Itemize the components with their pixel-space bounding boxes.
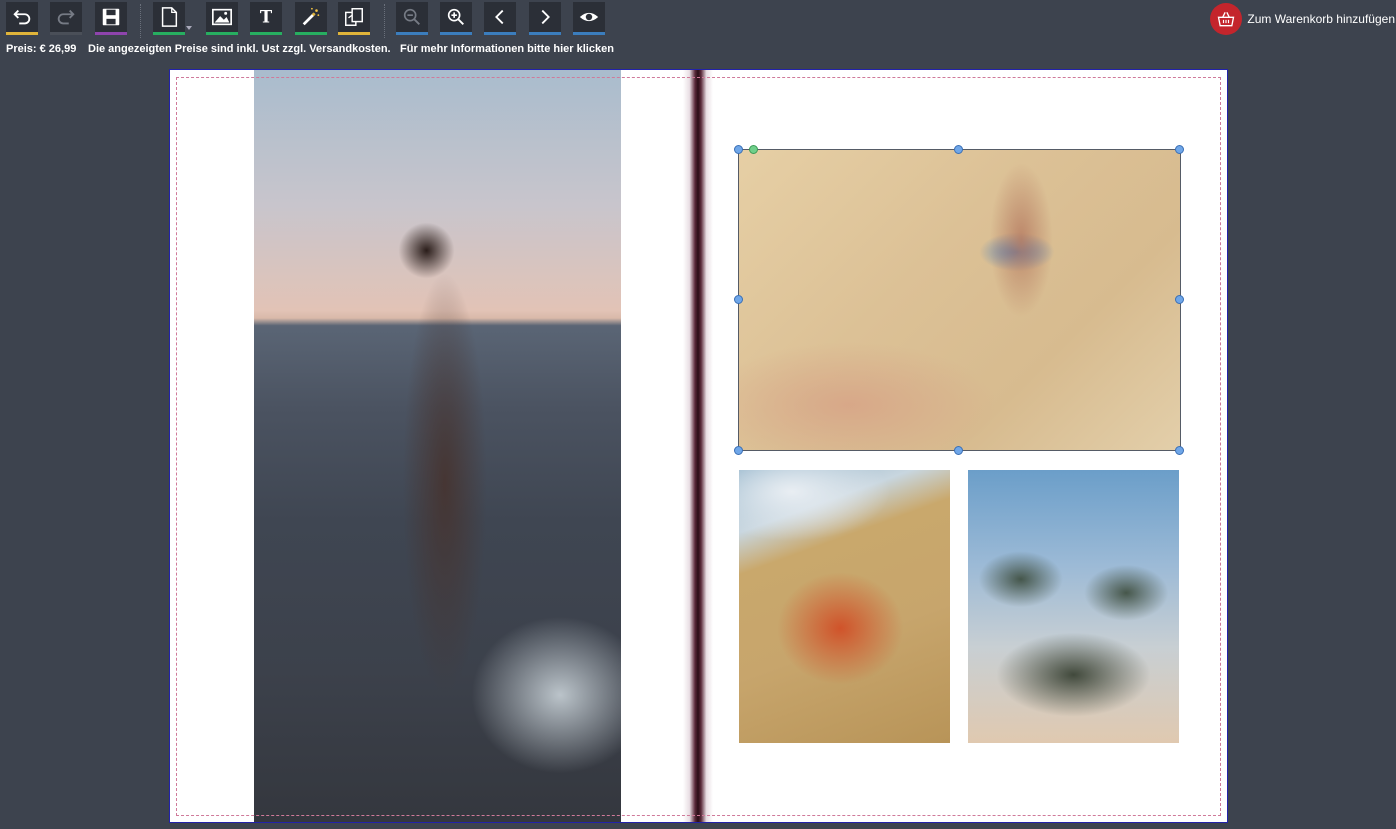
eye-icon <box>579 12 599 22</box>
save-button[interactable] <box>95 2 127 35</box>
caret-down-icon <box>186 26 192 30</box>
woman-in-sea-photo[interactable] <box>254 70 621 822</box>
resize-handle-bottom-right[interactable] <box>1175 446 1184 455</box>
next-page-button[interactable] <box>529 2 561 35</box>
redo-button[interactable] <box>50 2 82 35</box>
svg-text:T: T <box>260 8 273 27</box>
undo-icon <box>13 9 31 25</box>
beach-hands-photo[interactable] <box>739 150 1180 450</box>
preview-button[interactable] <box>573 2 605 35</box>
magic-button[interactable] <box>295 2 327 35</box>
image-icon <box>212 8 232 26</box>
add-to-cart-button[interactable]: Zum Warenkorb hinzufügen <box>1210 3 1395 35</box>
redo-icon <box>57 9 75 25</box>
resize-handle-top-right[interactable] <box>1175 145 1184 154</box>
book-spine <box>683 70 713 822</box>
zoom-in-icon <box>447 8 464 25</box>
more-info-link[interactable]: Für mehr Informationen bitte hier klicke… <box>400 43 614 55</box>
copy-pages-icon <box>345 8 363 26</box>
toolbar-separator <box>140 4 141 38</box>
page-button[interactable] <box>153 2 192 35</box>
shopping-basket-icon <box>1210 3 1243 35</box>
zoom-out-icon <box>403 8 420 25</box>
magic-wand-icon <box>302 7 320 26</box>
previous-page-button[interactable] <box>484 2 516 35</box>
page-icon <box>161 7 178 27</box>
zoom-in-button[interactable] <box>440 2 472 35</box>
toolbar: T Preis: € 26,99 Die angezeigten Preise … <box>0 0 1396 62</box>
image-button[interactable] <box>206 2 238 35</box>
chevron-left-icon <box>495 9 504 25</box>
resize-handle-right[interactable] <box>1175 295 1184 304</box>
rotate-handle[interactable] <box>749 145 758 154</box>
water-splash <box>464 610 621 780</box>
save-icon <box>102 8 120 26</box>
resize-handle-top-left[interactable] <box>734 145 743 154</box>
resize-handle-left[interactable] <box>734 295 743 304</box>
resize-handle-bottom-left[interactable] <box>734 446 743 455</box>
undo-button[interactable] <box>6 2 38 35</box>
zoom-out-button[interactable] <box>396 2 428 35</box>
resize-handle-bottom[interactable] <box>954 446 963 455</box>
starfish-photo[interactable] <box>739 470 950 743</box>
text-button[interactable]: T <box>250 2 282 35</box>
add-to-cart-label: Zum Warenkorb hinzufügen <box>1247 12 1395 26</box>
palm-trees-photo[interactable] <box>968 470 1179 743</box>
text-icon: T <box>260 8 273 27</box>
price-note-text: Die angezeigten Preise sind inkl. Ust zz… <box>88 43 391 55</box>
chevron-right-icon <box>541 9 550 25</box>
toolbar-separator <box>384 4 385 38</box>
photobook-spread <box>169 69 1228 823</box>
resize-handle-top[interactable] <box>954 145 963 154</box>
price-text: Preis: € 26,99 <box>6 43 77 55</box>
pages-button[interactable] <box>338 2 370 35</box>
